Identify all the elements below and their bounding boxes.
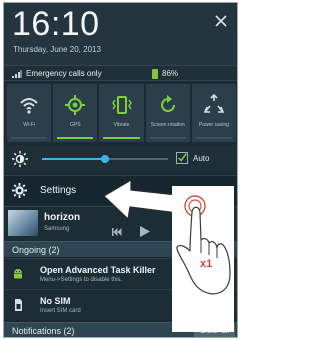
ongoing-section-header: Ongoing (2): [4, 241, 237, 257]
close-icon[interactable]: [213, 13, 229, 29]
notifications-section-header: Notifications (2) Clear all: [4, 322, 237, 337]
toggle-vibrate[interactable]: Vibrate: [99, 84, 144, 142]
date-label: Thursday, June 20, 2013: [13, 45, 101, 54]
toggle-label: Power saving: [198, 122, 229, 128]
brightness-slider-fill: [42, 158, 105, 160]
status-row: Emergency calls only 86%: [4, 65, 237, 81]
clock: 16:10: [12, 5, 100, 43]
toggle-rotation[interactable]: Screen rotation: [145, 84, 190, 142]
toggle-label: Wi-Fi: [23, 122, 35, 128]
battery-percent: 86%: [162, 69, 179, 78]
toggle-power-saving[interactable]: Power saving: [191, 84, 237, 142]
auto-brightness-checkbox[interactable]: [176, 152, 188, 164]
toggle-indicator: [195, 137, 233, 139]
panel-header: 16:10 Thursday, June 20, 2013: [4, 3, 237, 65]
android-icon: [14, 269, 22, 279]
album-art: [8, 210, 38, 236]
clear-all-button[interactable]: Clear all: [193, 324, 235, 337]
notifications-header: Notifications (2): [12, 326, 75, 336]
toggle-gps[interactable]: GPS: [53, 84, 98, 142]
toggle-label: GPS: [70, 122, 81, 128]
media-subtitle: Samsung: [44, 226, 70, 232]
toggle-indicator: [57, 137, 94, 139]
vibrate-icon: [111, 96, 132, 114]
toggle-label: Screen rotation: [150, 122, 185, 128]
sim-icon: [15, 299, 22, 311]
notification-title: No SIM: [40, 296, 71, 306]
signal-icon: [12, 70, 22, 78]
rotate-icon: [160, 95, 175, 112]
tap-count-label: x1: [200, 258, 213, 270]
media-notification[interactable]: horizon Samsung: [4, 206, 237, 240]
toggle-indicator: [11, 137, 48, 139]
gear-icon: [12, 183, 27, 198]
notification-panel: 16:10 Thursday, June 20, 2013 Emergency …: [3, 2, 238, 338]
brightness-slider[interactable]: [42, 155, 168, 163]
toggle-wifi[interactable]: Wi-Fi: [7, 84, 52, 142]
play-icon[interactable]: [140, 226, 150, 237]
brightness-slider-thumb[interactable]: [101, 155, 109, 163]
settings-label: Settings: [40, 185, 77, 196]
notification-item[interactable]: No SIM Insert SIM card: [4, 289, 237, 319]
notification-subtitle: Insert SIM card: [40, 308, 81, 314]
brightness-icon: [12, 151, 28, 167]
recycle-icon: [203, 94, 225, 113]
settings-row[interactable]: Settings: [4, 175, 237, 205]
ongoing-header: Ongoing (2): [12, 245, 60, 255]
battery-icon: [152, 69, 158, 79]
auto-brightness-label: Auto: [193, 154, 210, 163]
notification-subtitle: Menu->Settings to disable this.: [40, 277, 123, 283]
emergency-text: Emergency calls only: [26, 69, 102, 78]
gps-icon: [65, 95, 86, 115]
toggle-indicator: [103, 137, 140, 139]
previous-track-icon[interactable]: [112, 228, 122, 236]
brightness-row: Auto: [4, 145, 237, 173]
toggle-label: Vibrate: [113, 122, 130, 128]
wifi-icon: [20, 98, 38, 114]
quick-toggles: Wi-Fi GPS Vibrate Screen rotation Power …: [7, 84, 237, 142]
notification-title: Open Advanced Task Killer: [40, 265, 156, 275]
toggle-indicator: [149, 137, 186, 139]
media-title: horizon: [44, 212, 81, 223]
